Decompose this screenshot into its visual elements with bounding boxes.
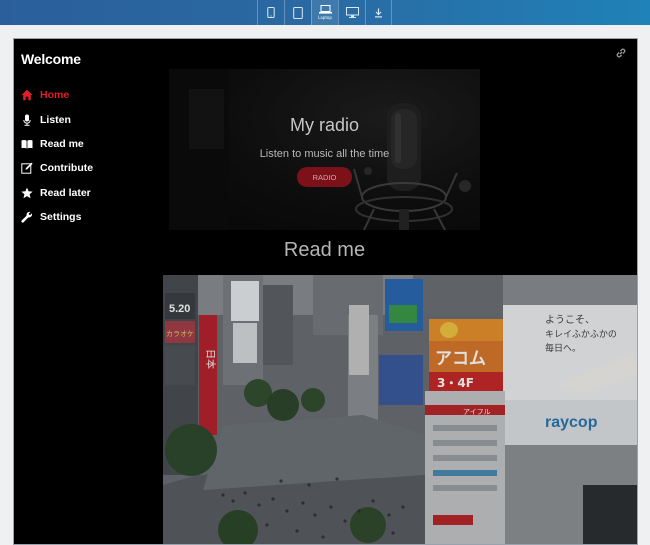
sidebar-item-read-me[interactable]: Read me bbox=[21, 132, 93, 156]
sidebar-item-settings[interactable]: Settings bbox=[21, 205, 93, 229]
section-title: Read me bbox=[283, 239, 366, 261]
sidebar-item-contribute[interactable]: Contribute bbox=[21, 156, 93, 180]
home-icon bbox=[21, 89, 33, 101]
radio-button[interactable]: RADIO bbox=[297, 167, 352, 187]
device-toolbar: Laptop bbox=[0, 0, 650, 25]
device-laptop-button[interactable]: Laptop bbox=[311, 0, 338, 25]
sidebar-item-read-later[interactable]: Read later bbox=[21, 181, 93, 205]
device-phone-button[interactable] bbox=[257, 0, 284, 25]
city-photo: 5.20 カラオケ 日本 アコム 3・4F ようこそ、 キレイふかふかの 毎日へ… bbox=[163, 275, 637, 544]
device-switcher: Laptop bbox=[257, 0, 392, 25]
sidebar-item-label: Contribute bbox=[40, 162, 94, 175]
book-icon bbox=[21, 139, 33, 149]
laptop-icon bbox=[318, 5, 332, 14]
star-icon bbox=[21, 187, 33, 198]
hero-banner: My radio Listen to music all the time RA… bbox=[169, 69, 480, 230]
hero-title: My radio bbox=[289, 115, 360, 135]
sidebar-item-label: Home bbox=[40, 89, 70, 102]
download-button[interactable] bbox=[365, 0, 392, 25]
shibuya-crossing-illustration: 5.20 カラオケ 日本 アコム 3・4F ようこそ、 キレイふかふかの 毎日へ… bbox=[163, 275, 637, 544]
sidebar-item-label: Read me bbox=[40, 137, 84, 150]
device-laptop-label: Laptop bbox=[318, 15, 332, 20]
edit-icon bbox=[21, 162, 33, 175]
sidebar-item-label: Settings bbox=[40, 211, 82, 224]
phone-icon bbox=[267, 7, 275, 18]
app-preview-frame: Welcome Home Listen Read me Contribute R… bbox=[13, 38, 638, 545]
sidebar-item-label: Read later bbox=[40, 186, 91, 199]
brand-title: Welcome bbox=[21, 51, 81, 67]
sidebar-item-home[interactable]: Home bbox=[21, 83, 93, 107]
hero-subtitle: Listen to music all the time bbox=[259, 148, 390, 160]
device-tablet-button[interactable] bbox=[284, 0, 311, 25]
sidebar: Welcome Home Listen Read me Contribute R… bbox=[14, 39, 164, 544]
download-icon bbox=[375, 8, 382, 17]
link-icon[interactable] bbox=[615, 47, 627, 59]
sidebar-item-label: Listen bbox=[40, 113, 71, 126]
tablet-icon bbox=[293, 6, 303, 19]
microphone-icon bbox=[23, 114, 31, 126]
sidebar-item-listen[interactable]: Listen bbox=[21, 107, 93, 131]
desktop-icon bbox=[345, 7, 359, 18]
wrench-icon bbox=[21, 212, 32, 223]
sidebar-nav: Home Listen Read me Contribute Read late… bbox=[21, 83, 93, 229]
device-desktop-button[interactable] bbox=[338, 0, 365, 25]
